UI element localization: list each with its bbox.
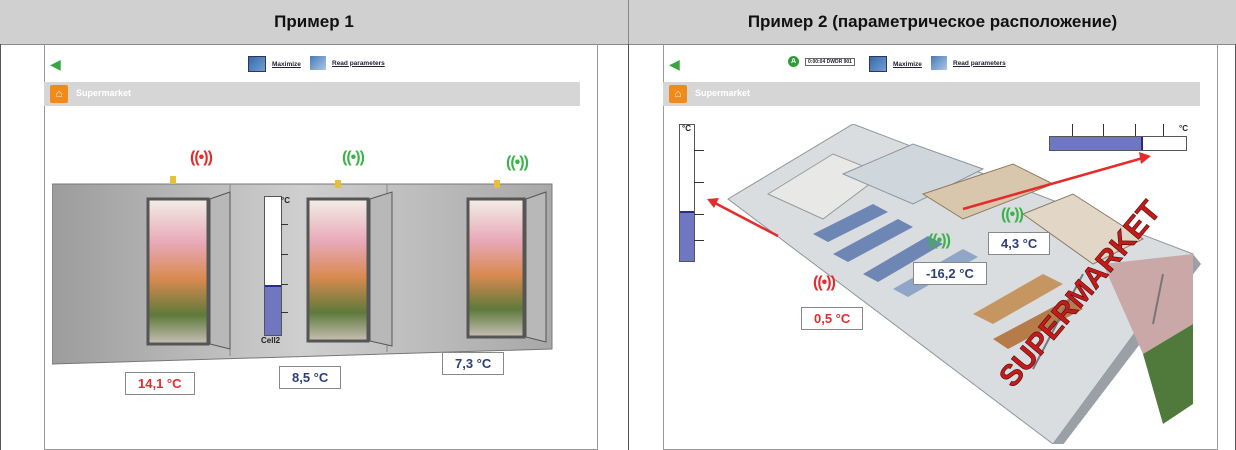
alarm-signal-icon: ((•)) (190, 149, 213, 166)
gauge-tick (1072, 124, 1073, 136)
horizontal-temp-gauge (1049, 136, 1187, 151)
left-border (0, 44, 1, 450)
status-text: 0:00:04 DWDR 901 (805, 57, 855, 66)
home-icon[interactable]: ⌂ (50, 85, 68, 103)
home-icon[interactable]: ⌂ (669, 85, 687, 103)
ok-signal-icon: ((•)) (928, 232, 951, 249)
gauge-tick (281, 284, 288, 285)
alarm-signal-icon: ((•)) (813, 274, 836, 291)
status-icon: A (788, 56, 799, 67)
page-title: Supermarket (76, 88, 132, 98)
parameters-icon (931, 56, 947, 70)
gauge-tick (1103, 124, 1104, 136)
gauge-tick (281, 224, 288, 225)
read-parameters-label: Read parameters (332, 59, 385, 67)
toolbar: ◀ Maximize Read parameters (44, 54, 598, 76)
status-indicator[interactable]: A 0:00:04 DWDR 901 (788, 56, 855, 67)
column-divider (628, 44, 629, 450)
title-bar: ⌂ Supermarket (663, 82, 1200, 106)
back-arrow-icon[interactable]: ◀ (50, 57, 62, 71)
monitor-icon (248, 56, 266, 72)
gauge-tick (1135, 124, 1136, 136)
cold-room-illustration (52, 176, 553, 365)
temp-readout-zone1[interactable]: 0,5 °C (801, 307, 864, 330)
read-parameters-label: Read parameters (953, 59, 1006, 67)
page-title: Supermarket (695, 88, 751, 98)
gauge-label: Cell2 (261, 336, 281, 345)
ok-signal-icon: ((•)) (342, 149, 365, 166)
title-bar: ⌂ Supermarket (44, 82, 580, 106)
temp-readout-zone2[interactable]: -16,2 °C (913, 262, 987, 285)
monitor-icon (869, 56, 887, 72)
gauge-tick (694, 240, 704, 241)
vertical-temp-gauge (679, 124, 695, 262)
ok-signal-icon: ((•)) (506, 154, 529, 171)
gauge-tick (694, 182, 704, 183)
maximize-label: Maximize (272, 60, 301, 68)
temp-readout-cell3[interactable]: 7,3 °C (442, 352, 505, 375)
gauge-unit: °C (1179, 124, 1188, 133)
maximize-label: Maximize (893, 60, 922, 68)
temp-readout-zone3[interactable]: 4,3 °C (988, 232, 1051, 255)
gauge-tick (1163, 124, 1164, 136)
back-arrow-icon[interactable]: ◀ (669, 57, 681, 71)
read-parameters-button[interactable]: Read parameters (310, 56, 385, 70)
gauge-level (265, 284, 281, 335)
parameters-icon (310, 56, 326, 70)
gauge-unit: °C (281, 196, 290, 205)
maximize-button[interactable]: Maximize (869, 56, 922, 72)
temp-readout-cell1[interactable]: 14,1 °C (125, 372, 195, 395)
toolbar: ◀ A 0:00:04 DWDR 901 Maximize Read param… (663, 54, 1218, 76)
ok-signal-icon: ((•)) (1001, 206, 1024, 223)
column-header-1: Пример 1 (0, 0, 629, 45)
read-parameters-button[interactable]: Read parameters (931, 56, 1006, 70)
screenshot-panel-1: ◀ Maximize Read parameters ⌂ Supermarket (44, 44, 598, 450)
gauge-tick (281, 312, 288, 313)
gauge-level (1050, 137, 1144, 150)
gauge-unit: °C (682, 124, 691, 133)
gauge-tick (694, 150, 704, 151)
screenshot-panel-2: ◀ A 0:00:04 DWDR 901 Maximize Read param… (663, 44, 1218, 450)
maximize-button[interactable]: Maximize (248, 56, 301, 72)
gauge-level (680, 211, 694, 261)
cell2-gauge (264, 196, 282, 336)
gauge-tick (694, 214, 704, 215)
temp-readout-cell2[interactable]: 8,5 °C (279, 366, 342, 389)
gauge-tick (281, 254, 288, 255)
column-header-2: Пример 2 (параметрическое расположение) (629, 0, 1236, 45)
